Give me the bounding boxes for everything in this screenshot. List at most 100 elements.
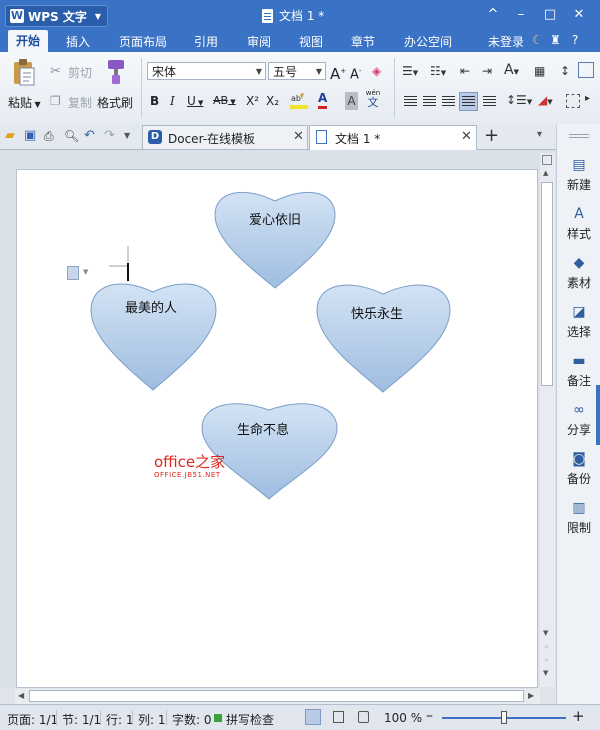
skin-icon[interactable]: ♜ [550, 33, 561, 47]
previous-page-icon[interactable]: ◦ [544, 643, 549, 652]
tab-list-icon[interactable]: ▾ [537, 129, 542, 140]
app-menu-button[interactable]: W WPS 文字 ▼ [5, 5, 109, 27]
zoom-slider[interactable] [442, 711, 566, 724]
menu-tab-office-space[interactable]: 办公空间 [404, 33, 452, 50]
vertical-scrollbar[interactable]: ▲ ▼ ◦ ◦ ▼ [540, 153, 555, 687]
zoom-in-button[interactable]: + [572, 707, 585, 725]
menu-tab-insert[interactable]: 插入 [66, 33, 90, 50]
scroll-right-icon[interactable]: ▶ [528, 691, 534, 700]
panel-notes[interactable]: ▬ 备注 [557, 353, 600, 389]
heart-shape[interactable] [214, 191, 336, 289]
panel-backup[interactable]: ◙ 备份 [557, 451, 600, 487]
save-icon[interactable]: ▣ [24, 129, 38, 143]
heart-shape[interactable] [316, 284, 451, 393]
copy-button[interactable]: 复制 [68, 94, 92, 111]
panel-collapse-handle[interactable] [596, 385, 600, 445]
text-direction-icon[interactable]: A▼ [504, 62, 519, 78]
zoom-out-button[interactable]: – [426, 708, 433, 724]
help-button[interactable]: ? [572, 33, 578, 47]
shrink-font-button[interactable]: A- [350, 62, 361, 82]
cut-button[interactable]: 剪切 [68, 64, 92, 81]
tab-docer-templates[interactable]: D Docer-在线模板 ✕ [142, 125, 308, 149]
subscript-button[interactable]: X₂ [266, 92, 279, 110]
hscroll-thumb[interactable] [29, 690, 524, 702]
menu-tab-references[interactable]: 引用 [194, 33, 218, 50]
print-layout-view-icon[interactable] [305, 709, 321, 725]
clear-format-button[interactable]: ◈ [372, 62, 381, 80]
menu-tab-chapter[interactable]: 章节 [351, 33, 375, 50]
page-indicator[interactable]: 页面: 1/1 [7, 711, 58, 728]
menu-tab-start[interactable]: 开始 [8, 30, 49, 52]
more-options-icon[interactable]: ▸ [585, 93, 590, 104]
underline-button[interactable]: U ▼ [187, 92, 203, 110]
tab-close-icon[interactable]: ✕ [461, 129, 472, 144]
menu-tab-page-layout[interactable]: 页面布局 [119, 33, 167, 50]
web-layout-view-icon[interactable] [358, 711, 369, 723]
distributed-align-icon[interactable] [483, 96, 496, 107]
scroll-thumb[interactable] [541, 182, 553, 386]
format-painter-icon[interactable] [104, 58, 128, 86]
scroll-down-icon[interactable]: ▼ [543, 629, 548, 637]
panel-select[interactable]: ◪ 选择 [557, 304, 600, 340]
section-indicator[interactable]: 节: 1/1 [62, 711, 101, 728]
align-center-icon[interactable] [423, 96, 436, 107]
select-browse-object-icon[interactable]: ◦ [544, 656, 549, 665]
tab-close-icon[interactable]: ✕ [293, 129, 304, 144]
italic-button[interactable]: I [170, 92, 175, 110]
superscript-button[interactable]: X² [246, 92, 259, 110]
bullet-list-icon[interactable]: ☰▼ [402, 64, 418, 78]
panel-restrict[interactable]: ▥ 限制 [557, 500, 600, 536]
outline-view-icon[interactable] [333, 711, 344, 723]
line-spacing-icon[interactable]: ↕☰▼ [506, 93, 532, 107]
align-left-icon[interactable] [404, 96, 417, 107]
spell-check-button[interactable]: 拼写检查 [226, 711, 274, 728]
print-preview-icon[interactable]: 🔍︎ [64, 129, 79, 143]
print-icon[interactable]: ⎙ [44, 129, 58, 143]
border-icon[interactable] [566, 94, 580, 108]
align-right-icon[interactable] [442, 96, 455, 107]
undo-icon[interactable]: ↶ [84, 129, 98, 143]
scroll-left-icon[interactable]: ◀ [18, 691, 24, 700]
chevron-down-icon[interactable]: ▼ [83, 268, 88, 276]
paste-button[interactable]: 粘贴 ▼ [8, 94, 41, 111]
strikethrough-button[interactable]: AB ▼ [213, 92, 236, 110]
zoom-level[interactable]: 100 % [384, 711, 422, 725]
document-page[interactable]: ▼ 爱心依旧 最美的人 快乐永生 生命不息 office之家 OFFICE.JB… [16, 169, 538, 688]
ruler-toggle-icon[interactable] [542, 155, 552, 165]
font-color-button[interactable]: A [318, 91, 328, 109]
panel-styles[interactable]: A 样式 [557, 206, 600, 242]
login-link[interactable]: 未登录 [488, 33, 524, 50]
collapse-ribbon-button[interactable]: ^ [484, 6, 502, 24]
phonetic-guide-button[interactable]: wén 文 [364, 89, 382, 108]
styles-icon[interactable] [578, 62, 594, 78]
minimize-button[interactable]: – [512, 6, 530, 24]
increase-indent-icon[interactable]: ⇥ [482, 64, 492, 78]
font-size-select[interactable]: 五号 ▼ [268, 62, 326, 80]
word-count[interactable]: 字数: 0 [172, 711, 212, 728]
paste-icon[interactable] [11, 58, 37, 88]
panel-new[interactable]: ▤ 新建 [557, 157, 600, 193]
justify-button[interactable] [459, 92, 478, 111]
menu-tab-view[interactable]: 视图 [299, 33, 323, 50]
redo-icon[interactable]: ↷ [104, 129, 118, 143]
maximize-button[interactable]: □ [541, 6, 559, 24]
new-tab-button[interactable]: + [484, 125, 499, 146]
numbered-list-icon[interactable]: ☷▼ [430, 64, 446, 78]
table-icon[interactable]: ▦ [534, 64, 545, 78]
moon-icon[interactable]: ☾ [532, 33, 543, 47]
customize-toolbar-icon[interactable]: ▼ [124, 129, 138, 143]
panel-share[interactable]: ∞ 分享 [557, 402, 600, 438]
tab-document-1[interactable]: 文档 1 * ✕ [309, 125, 477, 150]
shading-icon[interactable]: ◢▼ [538, 93, 553, 107]
open-folder-icon[interactable]: ▰ [5, 129, 19, 143]
close-window-button[interactable]: ✕ [570, 6, 588, 24]
anchor-icon[interactable] [67, 266, 79, 280]
decrease-indent-icon[interactable]: ⇤ [460, 64, 470, 78]
grow-font-button[interactable]: A+ [330, 62, 346, 83]
horizontal-scrollbar[interactable]: ◀ ▶ [15, 689, 540, 704]
bold-button[interactable]: B [150, 92, 159, 110]
zoom-slider-thumb[interactable] [501, 711, 507, 724]
menu-tab-review[interactable]: 审阅 [247, 33, 271, 50]
format-painter-button[interactable]: 格式刷 [97, 94, 133, 111]
sort-icon[interactable]: ↕ [560, 64, 570, 78]
